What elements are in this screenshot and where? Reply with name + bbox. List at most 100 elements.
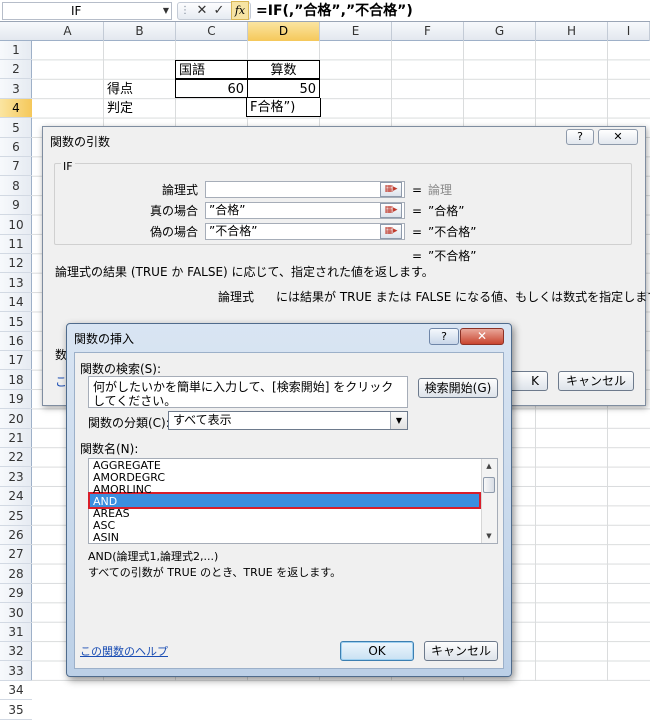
range-select-icon[interactable]: ▦▸: [380, 224, 402, 239]
help-button[interactable]: ?: [566, 129, 594, 145]
column-header-h[interactable]: H: [536, 22, 608, 41]
row-header-18[interactable]: 18: [0, 371, 32, 390]
row-header-21[interactable]: 21: [0, 429, 32, 448]
cancel-formula-icon[interactable]: ✕: [195, 2, 209, 20]
row-header-4[interactable]: 4: [0, 99, 32, 119]
function-description: 論理式の結果 (TRUE か FALSE) に応じて、指定された値を返します。: [55, 265, 434, 279]
row-header-23[interactable]: 23: [0, 468, 32, 487]
column-header-c[interactable]: C: [176, 22, 248, 41]
value-if-false-result: ”不合格”: [428, 225, 477, 239]
row-header-19[interactable]: 19: [0, 390, 32, 410]
function-list-item[interactable]: AREAS: [93, 508, 481, 520]
row-header-27[interactable]: 27: [0, 545, 32, 565]
category-select[interactable]: すべて表示: [168, 411, 408, 430]
equals-sign: =: [412, 183, 423, 197]
column-header-i[interactable]: I: [608, 22, 650, 41]
name-box[interactable]: IF: [2, 2, 172, 20]
row-header-1[interactable]: 1: [0, 41, 32, 60]
row-header-30[interactable]: 30: [0, 604, 32, 623]
close-button[interactable]: ✕: [598, 129, 638, 145]
function-help-link[interactable]: この関数のヘルプ: [80, 643, 168, 659]
column-header-a[interactable]: A: [32, 22, 104, 41]
range-select-icon[interactable]: ▦▸: [380, 182, 402, 197]
row-header-3[interactable]: 3: [0, 80, 32, 99]
column-header-e[interactable]: E: [320, 22, 392, 41]
row-header-16[interactable]: 16: [0, 332, 32, 351]
row-header-10[interactable]: 10: [0, 216, 32, 235]
dialog-title: 関数の引数: [50, 135, 111, 149]
cancel-button[interactable]: キャンセル: [558, 371, 634, 391]
row-header-33[interactable]: 33: [0, 662, 32, 681]
equals-sign: =: [412, 204, 423, 218]
column-header-b[interactable]: B: [104, 22, 176, 41]
drag-handle-icon[interactable]: ⋮: [180, 2, 190, 20]
row-header-20[interactable]: 20: [0, 410, 32, 429]
chevron-down-icon[interactable]: ▼: [160, 2, 172, 20]
row-header-8[interactable]: 8: [0, 177, 32, 196]
enter-formula-icon[interactable]: ✓: [212, 2, 226, 20]
row-header-14[interactable]: 14: [0, 293, 32, 313]
row-header-31[interactable]: 31: [0, 623, 32, 642]
cell-c2[interactable]: 国語: [175, 60, 248, 79]
row-header-13[interactable]: 13: [0, 274, 32, 293]
function-syntax: AND(論理式1,論理式2,...): [88, 550, 219, 563]
row-header-11[interactable]: 11: [0, 235, 32, 254]
formula-input[interactable]: =IF(,”合格”,”不合格”): [256, 0, 646, 22]
function-list-item[interactable]: AND: [93, 496, 481, 508]
row-header-25[interactable]: 25: [0, 507, 32, 526]
row-header-28[interactable]: 28: [0, 565, 32, 584]
column-header-g[interactable]: G: [464, 22, 536, 41]
chevron-down-icon[interactable]: ▼: [390, 412, 407, 429]
row-header-35[interactable]: 35: [0, 701, 32, 720]
function-description: すべての引数が TRUE のとき、TRUE を返します。: [88, 566, 342, 579]
cell-d3[interactable]: 50: [247, 79, 320, 98]
row-header-9[interactable]: 9: [0, 196, 32, 216]
formula-result: ”不合格”: [428, 249, 477, 263]
row-header-29[interactable]: 29: [0, 584, 32, 604]
row-header-15[interactable]: 15: [0, 313, 32, 332]
row-header-32[interactable]: 32: [0, 642, 32, 662]
row-header-5[interactable]: 5: [0, 119, 32, 138]
value-if-false-input[interactable]: ”不合格”: [205, 223, 405, 240]
function-search-input[interactable]: 何がしたいかを簡単に入力して、[検索開始] をクリックしてください。: [88, 376, 408, 408]
cell-b3[interactable]: 得点: [104, 80, 174, 99]
cancel-button[interactable]: キャンセル: [424, 641, 498, 661]
cell-c3[interactable]: 60: [175, 79, 248, 98]
row-header-6[interactable]: 6: [0, 138, 32, 157]
search-label: 関数の検索(S):: [80, 362, 162, 376]
function-list-item[interactable]: ASC: [93, 520, 481, 532]
logical-test-input[interactable]: [205, 181, 405, 198]
row-header-17[interactable]: 17: [0, 351, 32, 371]
scroll-thumb[interactable]: [483, 477, 495, 493]
argument-label-value-if-false: 偽の場合: [149, 225, 198, 239]
ok-button[interactable]: OK: [340, 641, 414, 661]
row-header-22[interactable]: 22: [0, 448, 32, 468]
function-name: IF: [61, 160, 75, 173]
cell-b4[interactable]: 判定: [104, 99, 174, 118]
function-list-label: 関数名(N):: [80, 442, 139, 456]
function-list-item[interactable]: ASIN: [93, 532, 481, 544]
help-button[interactable]: ?: [429, 328, 459, 345]
value-if-true-input[interactable]: ”合格”: [205, 202, 405, 219]
insert-function-icon[interactable]: fx: [231, 1, 249, 20]
parameter-description: には結果が TRUE または FALSE になる値、もしくは数式を指定します。: [276, 290, 650, 304]
row-header-26[interactable]: 26: [0, 526, 32, 545]
search-button[interactable]: 検索開始(G): [418, 378, 498, 398]
row-header-2[interactable]: 2: [0, 60, 32, 80]
cell-d4-active[interactable]: F合格”): [246, 98, 321, 117]
cell-d2[interactable]: 算数: [247, 60, 320, 79]
function-list-item[interactable]: AMORLINC: [93, 484, 481, 496]
column-header-d[interactable]: D: [248, 22, 320, 41]
row-header-7[interactable]: 7: [0, 157, 32, 177]
argument-label-logical-test: 論理式: [161, 183, 198, 197]
row-header-34[interactable]: 34: [0, 681, 32, 701]
range-select-icon[interactable]: ▦▸: [380, 203, 402, 218]
column-header-f[interactable]: F: [392, 22, 464, 41]
row-header-12[interactable]: 12: [0, 254, 32, 274]
parameter-name: 論理式: [218, 290, 255, 304]
equals-sign: =: [412, 225, 423, 239]
scroll-down-icon[interactable]: ▼: [481, 529, 497, 543]
scroll-up-icon[interactable]: ▲: [481, 459, 497, 473]
close-button[interactable]: ✕: [460, 328, 504, 345]
row-header-24[interactable]: 24: [0, 487, 32, 507]
